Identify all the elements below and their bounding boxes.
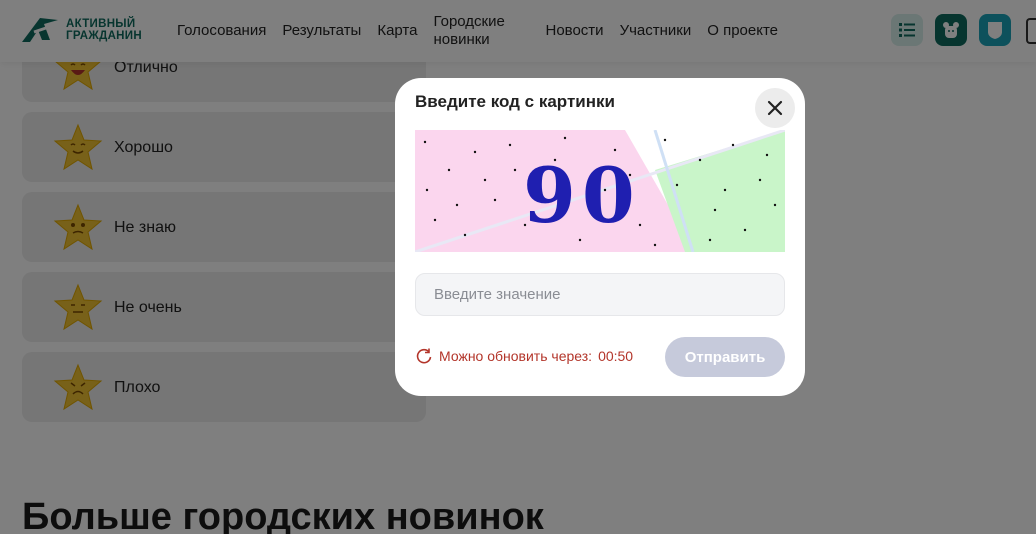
page: АКТИВНЫЙ ГРАЖДАНИН Голосования Результат…	[0, 0, 1036, 534]
captcha-image: 90	[415, 130, 785, 252]
close-button[interactable]	[755, 88, 795, 128]
captcha-input[interactable]	[415, 273, 785, 316]
modal-title: Введите код с картинки	[415, 92, 615, 111]
captcha-digits: 90	[523, 151, 641, 240]
captcha-modal: Введите код с картинки 90 Введите значен…	[395, 78, 805, 396]
submit-button[interactable]: Отправить	[665, 337, 785, 377]
refresh-timer-row[interactable]: Можно обновить через: 00:50	[415, 347, 633, 365]
refresh-label: Можно обновить через:	[439, 348, 593, 364]
close-icon	[767, 100, 783, 116]
refresh-icon	[416, 348, 432, 364]
refresh-timer: 00:50	[598, 348, 634, 364]
